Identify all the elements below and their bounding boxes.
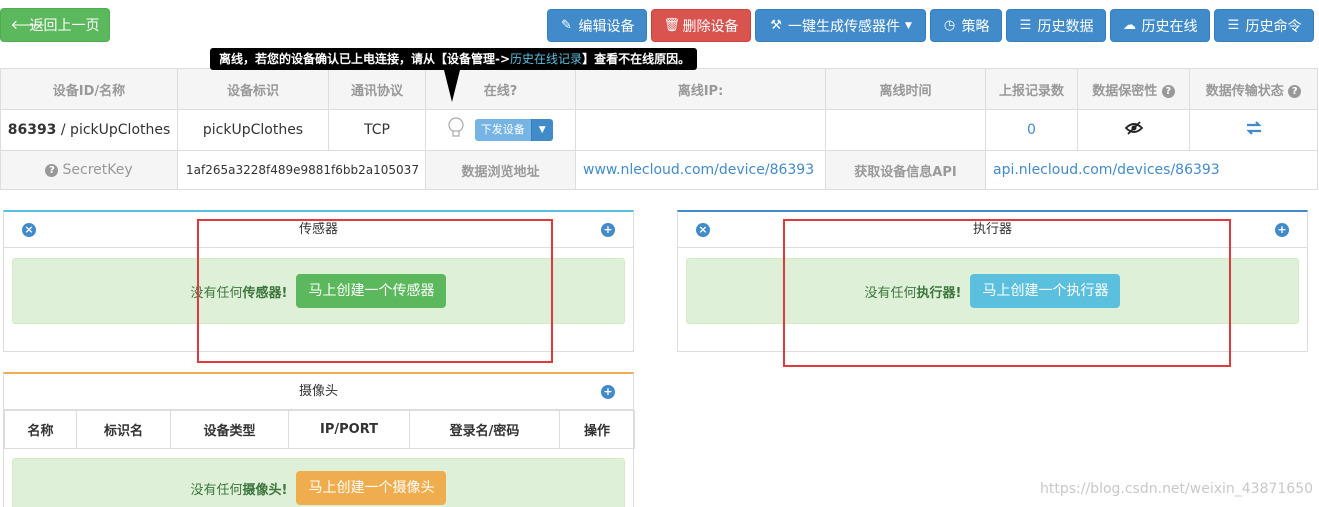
history-data-label: 历史数据 xyxy=(1037,18,1094,35)
history-online-button[interactable]: ☁ 历史在线 xyxy=(1110,9,1210,42)
api-label: 获取设备信息API xyxy=(825,150,986,190)
help-icon[interactable]: ? xyxy=(45,164,59,177)
online-cell: 下发设备 ▼ xyxy=(425,109,576,151)
transfer-status-cell xyxy=(1189,109,1318,151)
offline-ip-cell xyxy=(575,109,826,151)
camera-empty-message: 没有任何摄像头! 马上创建一个摄像头 xyxy=(12,458,625,507)
tooltip-link[interactable]: 历史在线记录 xyxy=(510,52,582,66)
report-count-link[interactable]: 0 xyxy=(1027,122,1036,138)
transfer-status-label: 数据传输状态 xyxy=(1205,83,1284,99)
generate-sensors-label: 一键生成传感器件 xyxy=(788,18,901,35)
sensor-highlight-box xyxy=(197,219,553,363)
trash-icon: 🗑 xyxy=(663,18,681,33)
history-command-label: 历史命令 xyxy=(1245,18,1302,35)
pencil-icon: ✎ xyxy=(561,18,572,33)
strategy-button[interactable]: ◷ 策略 xyxy=(930,9,1002,42)
tooltip-suffix: 】查看不在线原因。 xyxy=(582,52,691,66)
eye-slash-icon[interactable] xyxy=(1124,121,1144,139)
lightbulb-icon xyxy=(448,117,464,143)
device-info-table: 设备ID/名称 设备标识 通讯协议 在线? 离线IP: 离线时间 上报记录数 数… xyxy=(0,68,1318,190)
camera-col-name: 名称 xyxy=(4,410,77,449)
protocol-cell: TCP xyxy=(328,109,426,151)
send-device-label: 下发设备 xyxy=(474,119,531,141)
header-offline-time: 离线时间 xyxy=(825,68,986,110)
browse-url-label: 数据浏览地址 xyxy=(425,150,576,190)
history-online-label: 历史在线 xyxy=(1141,18,1198,35)
data-privacy-label: 数据保密性 xyxy=(1092,83,1158,99)
offline-time-cell xyxy=(825,109,986,151)
browse-url-link[interactable]: www.nlecloud.com/device/86393 xyxy=(583,162,814,178)
create-camera-button[interactable]: 马上创建一个摄像头 xyxy=(296,471,447,505)
tooltip-arrow xyxy=(444,70,460,102)
add-circle-icon[interactable]: + xyxy=(1275,223,1289,237)
history-command-button[interactable]: ☰ 历史命令 xyxy=(1214,9,1314,42)
help-icon[interactable]: ? xyxy=(1288,84,1302,98)
header-device-tag: 设备标识 xyxy=(177,68,329,110)
edit-device-button[interactable]: ✎ 编辑设备 xyxy=(547,9,647,42)
camera-panel-header: 摄像头 + xyxy=(4,374,633,410)
generate-sensors-button[interactable]: ⚒ 一键生成传感器件 ▼ xyxy=(755,9,926,42)
caret-down-icon[interactable]: ▼ xyxy=(530,119,553,141)
add-circle-icon[interactable]: + xyxy=(601,385,615,399)
secret-key-label-cell: ? SecretKey xyxy=(0,150,178,190)
header-report-count: 上报记录数 xyxy=(985,68,1078,110)
camera-panel-title: 摄像头 xyxy=(298,384,338,399)
header-offline-ip: 离线IP: xyxy=(575,68,826,110)
delete-device-label: 删除设备 xyxy=(682,18,739,35)
camera-col-actions: 操作 xyxy=(559,410,635,449)
delete-device-button[interactable]: 🗑 删除设备 xyxy=(651,9,751,42)
api-url-link[interactable]: api.nlecloud.com/devices/86393 xyxy=(993,162,1220,178)
report-count-cell: 0 xyxy=(985,109,1078,151)
close-circle-icon[interactable]: × xyxy=(22,223,36,237)
camera-col-ip-port: IP/PORT xyxy=(288,410,410,449)
back-button[interactable]: 🡐 返回上一页 xyxy=(0,8,110,42)
secret-key-value: 1af265a3228f489e9881f6bb2a105037 xyxy=(177,150,426,190)
list-icon: ☰ xyxy=(1019,18,1032,33)
camera-col-login: 登录名/密码 xyxy=(409,410,560,449)
header-transfer-status: 数据传输状态 ? xyxy=(1189,68,1318,110)
device-id-name-cell: 86393 / pickUpClothes xyxy=(0,109,178,151)
camera-col-type: 设备类型 xyxy=(170,410,289,449)
clock-icon: ◷ xyxy=(943,18,956,33)
arrow-left-icon: 🡐 xyxy=(10,18,46,33)
watermark: https://blog.csdn.net/weixin_43871650 xyxy=(1040,481,1314,497)
actuator-highlight-box xyxy=(783,219,1231,367)
help-icon[interactable]: ? xyxy=(1161,84,1175,98)
secret-key-label: SecretKey xyxy=(62,162,133,178)
browse-url-cell: www.nlecloud.com/device/86393 xyxy=(575,150,826,190)
exchange-icon[interactable] xyxy=(1245,121,1263,139)
offline-tooltip: 离线，若您的设备确认已上电连接，请从【设备管理->历史在线记录】查看不在线原因。 xyxy=(210,48,697,70)
device-tag-cell: pickUpClothes xyxy=(177,109,329,151)
cloud-upload-icon: ☁ xyxy=(1123,18,1136,33)
camera-empty-bold: 摄像头! xyxy=(242,482,288,498)
history-data-button[interactable]: ☰ 历史数据 xyxy=(1006,9,1106,42)
add-circle-icon[interactable]: + xyxy=(601,223,615,237)
close-circle-icon[interactable]: × xyxy=(696,223,710,237)
camera-panel: 摄像头 + 名称 标识名 设备类型 IP/PORT 登录名/密码 操作 没有任何… xyxy=(3,372,635,507)
send-device-button[interactable]: 下发设备 ▼ xyxy=(474,119,553,141)
back-button-label: 返回上一页 xyxy=(29,18,100,34)
camera-empty-prefix: 没有任何 xyxy=(190,482,243,498)
header-device-id-name: 设备ID/名称 xyxy=(0,68,178,110)
data-privacy-cell xyxy=(1077,109,1190,151)
camera-table: 名称 标识名 设备类型 IP/PORT 登录名/密码 操作 xyxy=(4,410,635,449)
camera-col-tag: 标识名 xyxy=(76,410,171,449)
wand-icon: ⚒ xyxy=(770,18,782,33)
strategy-label: 策略 xyxy=(961,18,990,35)
edit-device-label: 编辑设备 xyxy=(578,18,635,35)
header-data-privacy: 数据保密性 ? xyxy=(1077,68,1190,110)
header-protocol: 通讯协议 xyxy=(328,68,426,110)
tooltip-prefix: 离线，若您的设备确认已上电连接，请从【设备管理-> xyxy=(219,52,511,66)
list-icon: ☰ xyxy=(1227,18,1240,33)
device-name: / pickUpClothes xyxy=(60,122,171,138)
device-id: 86393 xyxy=(7,122,57,138)
api-url-cell: api.nlecloud.com/devices/86393 xyxy=(985,150,1318,190)
caret-down-icon: ▼ xyxy=(905,20,912,31)
